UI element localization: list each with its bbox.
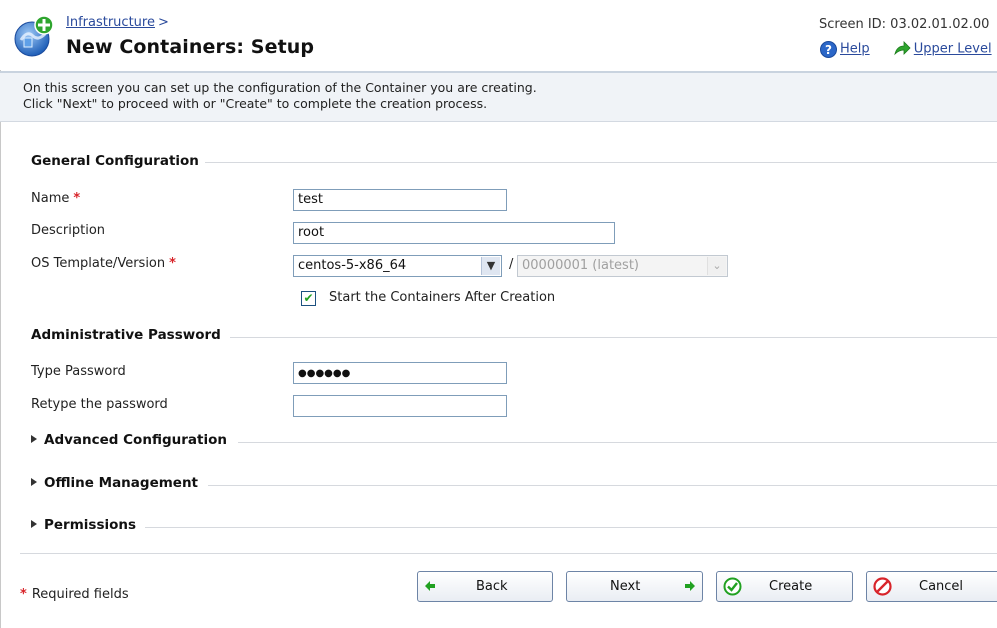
required-star: * — [20, 587, 27, 602]
caret-right-icon — [31, 435, 37, 443]
info-line-1: On this screen you can set up the config… — [23, 80, 537, 95]
administrative-password-title: Administrative Password — [31, 327, 221, 343]
help-link[interactable]: Help — [840, 42, 870, 57]
retype-password-input[interactable] — [293, 395, 507, 417]
chevron-down-icon[interactable]: ▼ — [481, 257, 500, 275]
advanced-configuration-label: Advanced Configuration — [44, 432, 227, 448]
chevron-down-icon: ⌄ — [707, 257, 726, 275]
caret-right-icon — [31, 520, 37, 528]
offline-management-divider — [208, 485, 997, 486]
os-version-value: 00000001 (latest) — [522, 258, 639, 273]
next-button-label: Next — [610, 579, 641, 594]
os-template-label-text: OS Template/Version — [31, 256, 166, 271]
breadcrumb-separator: > — [157, 15, 169, 30]
green-right-arrow-icon — [685, 581, 695, 591]
description-input[interactable]: root — [293, 222, 615, 244]
name-input[interactable]: test — [293, 189, 507, 211]
name-label: Name * — [31, 191, 80, 206]
general-configuration-title: General Configuration — [31, 153, 199, 169]
permissions-label: Permissions — [44, 517, 137, 533]
administrative-password-divider — [230, 337, 997, 338]
start-after-creation-checkbox[interactable]: ✔ — [301, 291, 316, 306]
cancel-button-label: Cancel — [919, 579, 964, 594]
green-left-arrow-icon — [425, 581, 435, 591]
back-button-label: Back — [476, 579, 508, 594]
create-button[interactable]: Create — [716, 571, 853, 602]
page-header: Infrastructure > New Containers: Setup Sc… — [0, 0, 997, 70]
permissions-toggle[interactable]: Permissions — [31, 517, 136, 533]
os-version-select: 00000001 (latest) ⌄ — [517, 255, 728, 277]
required-star: * — [73, 191, 81, 206]
caret-right-icon — [31, 478, 37, 486]
required-fields-text: Required fields — [31, 587, 129, 602]
breadcrumb: Infrastructure > — [66, 15, 169, 30]
red-no-icon — [873, 577, 892, 596]
back-button[interactable]: Back — [417, 571, 553, 602]
template-version-separator: / — [509, 257, 514, 272]
upper-level-link[interactable]: Upper Level — [914, 42, 992, 57]
required-star: * — [169, 256, 176, 271]
green-check-icon — [723, 577, 742, 596]
os-template-select[interactable]: centos-5-x86_64 ▼ — [293, 255, 502, 277]
advanced-configuration-toggle[interactable]: Advanced Configuration — [31, 432, 227, 448]
offline-management-label: Offline Management — [44, 475, 199, 491]
description-label: Description — [31, 223, 106, 238]
os-template-value: centos-5-x86_64 — [298, 258, 407, 273]
up-arrow-icon[interactable] — [892, 40, 912, 58]
offline-management-toggle[interactable]: Offline Management — [31, 475, 198, 491]
type-password-label: Type Password — [31, 364, 126, 379]
required-fields-note: * Required fields — [20, 587, 129, 602]
cancel-button[interactable]: Cancel — [866, 571, 997, 602]
info-line-2: Click "Next" to proceed with or "Create"… — [23, 96, 488, 111]
create-button-label: Create — [769, 579, 813, 594]
container-add-icon — [14, 15, 54, 57]
retype-password-label: Retype the password — [31, 397, 168, 412]
info-bar: On this screen you can set up the config… — [0, 71, 997, 122]
type-password-input[interactable]: ●●●●●● — [293, 362, 507, 384]
advanced-configuration-divider — [238, 442, 997, 443]
footer-divider — [20, 553, 997, 554]
general-configuration-divider — [205, 162, 997, 163]
start-after-creation-label[interactable]: Start the Containers After Creation — [329, 290, 555, 305]
name-label-text: Name — [31, 191, 70, 206]
os-template-label: OS Template/Version * — [31, 256, 176, 271]
help-icon[interactable]: ? — [820, 40, 837, 58]
page-title: New Containers: Setup — [66, 36, 315, 58]
next-button[interactable]: Next — [566, 571, 703, 602]
header-links: ? Help Upper Level — [820, 40, 997, 60]
breadcrumb-infrastructure-link[interactable]: Infrastructure — [66, 15, 155, 30]
screen-id: Screen ID: 03.02.01.02.00 — [819, 17, 990, 32]
permissions-divider — [145, 527, 997, 528]
